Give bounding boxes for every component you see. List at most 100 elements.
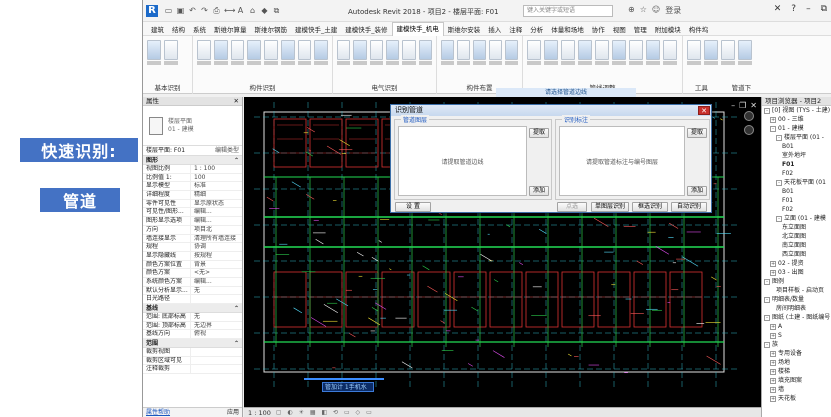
browser-item[interactable]: 北立面图 [762, 232, 831, 241]
basic-identify-icon[interactable] [147, 40, 161, 60]
electrical-icon[interactable] [418, 40, 432, 60]
add-annotation-button[interactable]: 添加 [687, 186, 707, 196]
restore-icon[interactable]: ⧉ [821, 4, 827, 14]
add-pipe-layer-button[interactable]: 添加 [529, 186, 549, 196]
browser-item[interactable]: + 专用设备 [762, 349, 831, 358]
browser-item[interactable]: 东立面图 [762, 223, 831, 232]
expand-icon[interactable]: + [770, 368, 776, 375]
tab-0[interactable]: 建筑 [147, 24, 168, 34]
star-icon[interactable]: ☆ [640, 5, 647, 16]
browser-item[interactable]: + 楼梯 [762, 367, 831, 376]
browser-item[interactable]: +02 - 提资 [762, 259, 831, 268]
view-scale[interactable]: 1 : 100 [248, 409, 271, 417]
property-value[interactable] [191, 295, 242, 303]
search-input[interactable]: 键入关键字或短语 [523, 5, 613, 17]
tool-icon[interactable] [687, 40, 701, 60]
redo-icon[interactable]: ↷ [200, 6, 209, 16]
properties-section[interactable]: 图形 ⌃ [143, 156, 242, 165]
property-value[interactable] [191, 348, 242, 356]
property-value[interactable]: 标准 [191, 182, 242, 190]
browser-item[interactable]: 室外地坪 [762, 151, 831, 160]
properties-section[interactable]: 基线 ⌃ [143, 304, 242, 313]
electrical-icon[interactable] [385, 40, 400, 60]
tab-11[interactable]: 分析 [526, 24, 547, 34]
component-icon[interactable] [197, 40, 211, 60]
collapse-icon[interactable]: - [764, 314, 770, 321]
browser-item[interactable]: + 墙 [762, 385, 831, 394]
property-value[interactable]: 清理所有墙连接 [191, 235, 242, 243]
browser-item[interactable]: 南立面图 [762, 241, 831, 250]
adjust-icon[interactable] [612, 40, 626, 60]
help-icon[interactable]: ? [791, 4, 796, 14]
edit-type-button[interactable]: 编辑类型 [215, 146, 239, 155]
browser-item[interactable]: + 填充图案 [762, 376, 831, 385]
collapse-icon[interactable]: - [764, 341, 770, 348]
exchange-icon[interactable]: ✕ [774, 4, 782, 14]
property-value[interactable]: 无 [191, 313, 242, 321]
layout-icon[interactable] [457, 40, 470, 60]
expand-icon[interactable]: + [770, 350, 776, 357]
tab-1[interactable]: 结构 [168, 24, 189, 34]
browser-item[interactable]: -族 [762, 340, 831, 349]
collapse-icon[interactable]: - [770, 125, 776, 132]
electrical-icon[interactable] [337, 40, 351, 60]
measure-icon[interactable]: ⟷ [224, 6, 235, 16]
browser-item[interactable]: - 图例 [762, 277, 831, 286]
tab-15[interactable]: 管理 [630, 24, 651, 34]
tab-9[interactable]: 插入 [484, 24, 505, 34]
expand-icon[interactable]: + [770, 332, 776, 339]
property-value[interactable]: 编辑... [191, 217, 242, 225]
type-selector[interactable]: 楼层平面 01 - 建模 [143, 106, 242, 146]
browser-item[interactable]: - 明细表/数量 [762, 295, 831, 304]
tab-17[interactable]: 构件坞 [685, 24, 713, 34]
tab-2[interactable]: 系统 [189, 24, 210, 34]
expand-icon[interactable]: + [770, 323, 776, 330]
property-value[interactable]: 背景 [191, 261, 242, 269]
tab-7[interactable]: 建模快手_机电 [391, 21, 444, 36]
browser-item[interactable]: + 天花板 [762, 394, 831, 403]
adjust-icon[interactable] [629, 40, 643, 60]
open-icon[interactable]: ▭ [164, 6, 173, 16]
binoculars-icon[interactable]: ⊕ [628, 5, 635, 16]
extract-pipe-layer-button[interactable]: 提取 [529, 128, 549, 138]
close-views-icon[interactable]: ⧉ [272, 6, 281, 16]
browser-item[interactable]: 西立面图 [762, 250, 831, 259]
browser-item[interactable]: +00 - 三维 [762, 115, 831, 124]
view-control-icons[interactable]: ▢ ◐ ☀ ▦ ◧ ⟲ ▭ ◇ ▭ [276, 409, 374, 416]
property-value[interactable]: <无> [191, 269, 242, 277]
browser-item[interactable]: F02 [762, 169, 831, 178]
tab-12[interactable]: 体量和场地 [547, 24, 588, 34]
user-icon[interactable]: ☺ [652, 5, 660, 16]
steering-wheel-icon[interactable] [744, 111, 754, 121]
tool-icon[interactable] [721, 40, 735, 60]
box-select-identify-button[interactable]: 框选识别 [632, 202, 668, 212]
adjust-icon[interactable] [527, 40, 541, 60]
component-icon[interactable] [213, 40, 228, 60]
browser-item[interactable]: B01 [762, 187, 831, 196]
browser-item[interactable]: - 图纸 (土建 - 图纸编号 [762, 313, 831, 322]
apply-button[interactable]: 应用 [227, 408, 239, 417]
component-icon[interactable] [280, 40, 295, 60]
property-value[interactable] [191, 365, 242, 373]
property-value[interactable]: 协调 [191, 243, 242, 251]
expand-icon[interactable]: + [770, 377, 776, 384]
properties-help-link[interactable]: 属性帮助 [146, 408, 170, 417]
adjust-icon[interactable] [544, 40, 558, 60]
electrical-icon[interactable] [402, 40, 416, 60]
tab-4[interactable]: 斯维尔钢筋 [251, 24, 292, 34]
properties-section[interactable]: 范围 ⌃ [143, 339, 242, 349]
minimize-icon[interactable]: – [806, 4, 811, 14]
section-icon[interactable]: ◆ [260, 6, 269, 16]
electrical-icon[interactable] [369, 40, 383, 60]
browser-item[interactable]: + S [762, 331, 831, 340]
browser-item[interactable]: -01 - 建模 [762, 124, 831, 133]
tab-5[interactable]: 建模快手_土建 [291, 24, 341, 34]
browser-item[interactable]: F02 [762, 205, 831, 214]
pipe-layer-list[interactable]: 请提取管道边线 [398, 126, 527, 196]
tool-icon[interactable] [704, 40, 718, 60]
adjust-icon[interactable] [561, 40, 575, 60]
component-icon[interactable] [297, 40, 312, 60]
expand-icon[interactable]: + [770, 116, 776, 123]
component-icon[interactable] [230, 40, 245, 60]
property-value[interactable]: 按规程 [191, 252, 242, 260]
